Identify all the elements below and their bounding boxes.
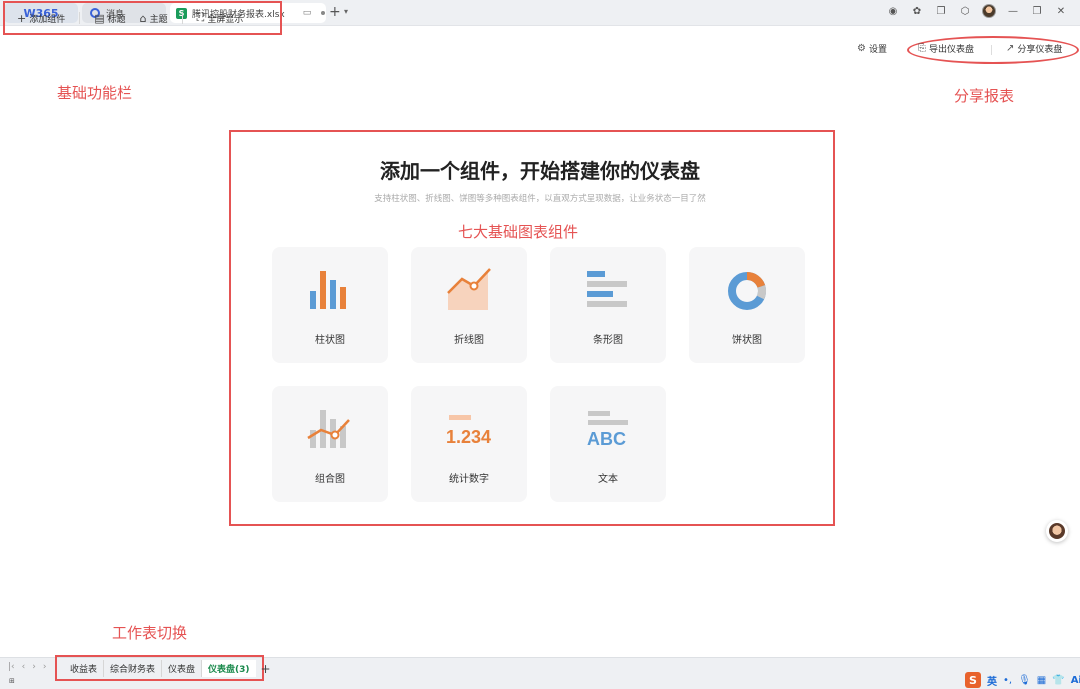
- component-card-combo[interactable]: 组合图: [272, 386, 388, 502]
- minimize-icon[interactable]: —: [1006, 4, 1020, 18]
- title-button[interactable]: ▤ 标题: [94, 12, 125, 25]
- keyboard-icon[interactable]: ▦: [1037, 675, 1046, 686]
- close-icon[interactable]: ✕: [1054, 4, 1068, 18]
- settings-button[interactable]: ⚙ 设置: [857, 42, 887, 55]
- sheet-tab-financials[interactable]: 综合财务表: [104, 660, 163, 677]
- share-icon: ↗: [1006, 43, 1015, 54]
- component-label: 组合图: [315, 474, 345, 485]
- add-component-button[interactable]: + 添加组件: [17, 12, 65, 25]
- fullscreen-icon: ⛶: [196, 11, 205, 24]
- annotation-sheet-switch: 工作表切换: [112, 624, 188, 642]
- ime-language[interactable]: 英: [987, 673, 997, 688]
- component-card-text[interactable]: ABC 文本: [550, 386, 666, 502]
- gear-icon: ⚙: [857, 43, 866, 54]
- annotation-share-report: 分享报表: [954, 87, 1015, 105]
- cube-icon[interactable]: ⬡: [958, 4, 972, 18]
- theme-button[interactable]: ⌂ 主题: [140, 12, 168, 25]
- sheet-tab-dashboard[interactable]: 仪表盘: [162, 660, 203, 677]
- page-title: 添加一个组件，开始搭建你的仪表盘: [380, 159, 700, 183]
- shirt-skin-icon[interactable]: 👕: [1052, 675, 1064, 686]
- divider: [79, 12, 81, 24]
- shirt-icon: ⌂: [139, 11, 147, 25]
- component-label: 统计数字: [449, 474, 489, 485]
- microphone-icon[interactable]: 🎙: [1018, 675, 1031, 686]
- divider: [991, 45, 992, 55]
- status-indicator-icon: ⊞: [9, 677, 15, 685]
- text-sample: ABC: [587, 429, 626, 449]
- punctuation-icon[interactable]: •,: [1003, 675, 1012, 686]
- last-sheet-icon[interactable]: ›: [43, 662, 47, 672]
- next-sheet-icon[interactable]: ›: [32, 662, 36, 672]
- text-icon: ABC: [587, 411, 635, 449]
- prev-sheet-icon[interactable]: ‹: [22, 662, 26, 672]
- component-label: 折线图: [454, 335, 484, 346]
- sheet-navigation: |‹ ‹ › ›: [8, 662, 46, 672]
- component-card-horizontal-bar[interactable]: 条形图: [550, 247, 666, 363]
- avatar: [1049, 523, 1065, 539]
- window-controls: ◉ ✿ ❐ ⬡ — ❐ ✕: [886, 4, 1068, 18]
- chevron-down-icon[interactable]: ▾: [344, 7, 348, 16]
- title-card-icon: ▤: [94, 11, 105, 25]
- plus-icon: +: [17, 11, 27, 25]
- sheet-tabs: 收益表 综合财务表 仪表盘 仪表盘(3) +: [64, 660, 271, 677]
- tab-status-dot: [321, 11, 326, 15]
- bar-chart-icon: [310, 271, 346, 309]
- stat-number-icon: 1.234: [446, 415, 494, 447]
- component-label: 条形图: [593, 335, 623, 346]
- new-tab-button[interactable]: +: [329, 4, 341, 20]
- page-subtitle: 支持柱状图、折线图、饼图等多种图表组件，以直观方式呈现数据，让业务状态一目了然: [374, 194, 706, 204]
- user-avatar[interactable]: [982, 4, 996, 18]
- stat-sample: 1.234: [446, 427, 492, 447]
- line-chart-icon: [447, 268, 491, 310]
- horizontal-bar-icon: [587, 271, 627, 307]
- share-dashboard-button[interactable]: ↗ 分享仪表盘: [1006, 42, 1062, 55]
- component-card-bar[interactable]: 柱状图: [272, 247, 388, 363]
- annotation-seven-components: 七大基础图表组件: [458, 223, 579, 241]
- component-label: 柱状图: [315, 335, 345, 346]
- ai-button[interactable]: Ai: [1071, 675, 1080, 686]
- combo-chart-icon: [307, 410, 350, 448]
- donut-chart-icon: [728, 271, 766, 310]
- divider: [181, 12, 183, 24]
- component-label: 文本: [598, 474, 618, 485]
- component-card-line[interactable]: 折线图: [411, 247, 527, 363]
- export-dashboard-button[interactable]: ⎘ 导出仪表盘: [918, 42, 974, 55]
- monitor-icon[interactable]: ▭: [303, 8, 312, 18]
- assistant-avatar-button[interactable]: [1046, 520, 1068, 542]
- first-sheet-icon[interactable]: |‹: [8, 662, 15, 672]
- annotation-basic-toolbar: 基础功能栏: [57, 84, 133, 102]
- fullscreen-button[interactable]: ⛶ 全屏显示: [197, 11, 244, 25]
- export-icon: ⎘: [918, 43, 926, 54]
- sheet-tab-dashboard-3[interactable]: 仪表盘(3): [202, 660, 256, 677]
- skin-icon[interactable]: ✿: [910, 4, 924, 18]
- color-circle-icon[interactable]: ◉: [886, 4, 900, 18]
- add-sheet-button[interactable]: +: [261, 662, 271, 676]
- component-card-stat-number[interactable]: 1.234 统计数字: [411, 386, 527, 502]
- component-card-pie[interactable]: 饼状图: [689, 247, 805, 363]
- component-label: 饼状图: [732, 335, 762, 346]
- sogou-ime-icon[interactable]: S: [965, 672, 981, 688]
- sheet-tab-income[interactable]: 收益表: [64, 660, 105, 677]
- restore-icon[interactable]: ❐: [1030, 4, 1044, 18]
- input-method-bar: S 英 •, 🎙 ▦ 👕 Ai: [965, 672, 1080, 688]
- copy-window-icon[interactable]: ❐: [934, 4, 948, 18]
- basic-toolbar: + 添加组件 ▤ 标题 ⌂ 主题 ⛶ 全屏显示: [3, 1, 282, 35]
